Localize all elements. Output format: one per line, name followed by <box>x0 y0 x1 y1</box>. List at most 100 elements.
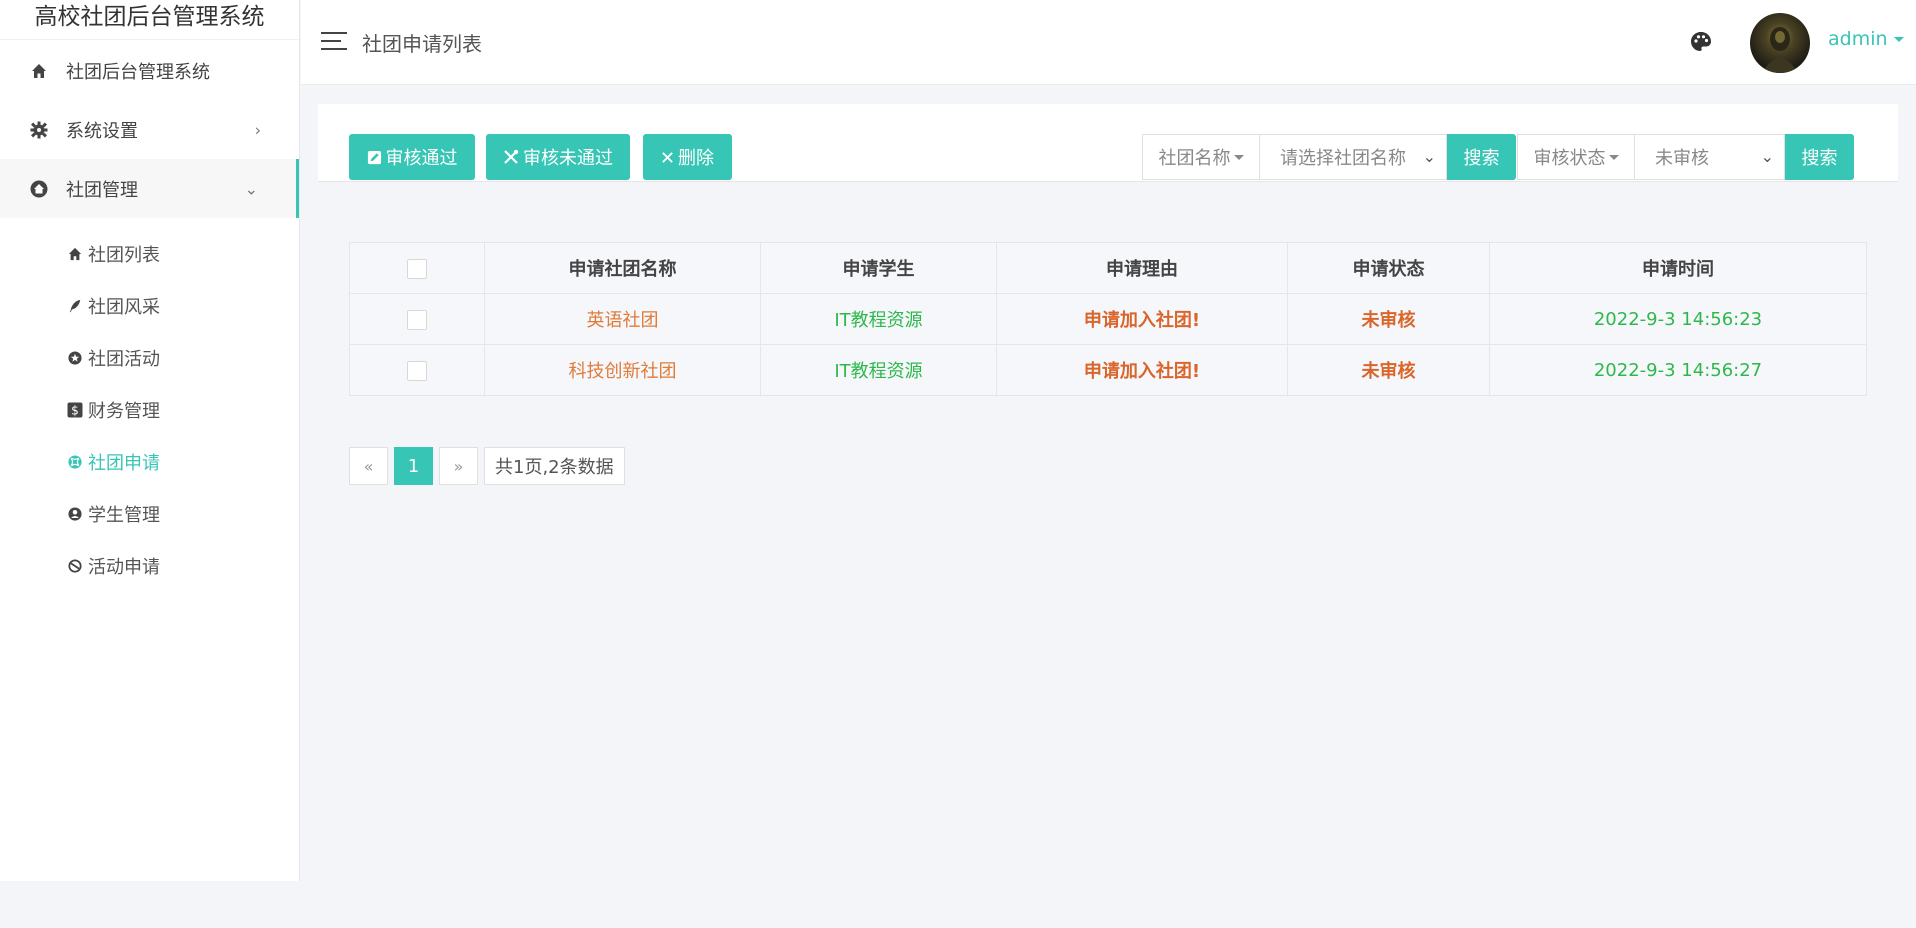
sidebar-item-activity-applications[interactable]: 活动申请 <box>0 540 299 592</box>
palette-icon[interactable] <box>1689 30 1713 54</box>
home-icon <box>28 60 50 82</box>
row-select-cell <box>349 293 485 345</box>
caret-down-icon <box>1893 37 1904 42</box>
delete-label: 删除 <box>678 148 714 169</box>
status-cell: 未审核 <box>1287 293 1490 345</box>
page-info: 共1页,2条数据 <box>484 447 625 485</box>
brand-title: 高校社团后台管理系统 <box>0 0 299 40</box>
sidebar-item-label: 社团申请 <box>88 453 160 474</box>
user-circle-icon <box>66 505 84 523</box>
submenu: 社团列表 社团风采 社团活动 $ 财务管理 社团申请 学生管理 活动申请 <box>0 218 299 592</box>
caret-down-icon <box>1233 154 1244 160</box>
club-name-select[interactable]: 请选择社团名称 ⌄ <box>1259 134 1447 180</box>
reject-button[interactable]: 审核未通过 <box>486 134 630 180</box>
review-status-filter-label: 审核状态 <box>1533 148 1606 169</box>
menu-item-dashboard[interactable]: 社团后台管理系统 <box>0 41 299 100</box>
table-header-row: 申请社团名称 申请学生 申请理由 申请状态 申请时间 <box>349 242 1867 294</box>
sidebar-item-label: 学生管理 <box>88 505 160 526</box>
top-header: 社团申请列表 admin <box>301 0 1916 85</box>
sidebar: 高校社团后台管理系统 社团后台管理系统 系统设置 › 社团管理 ⌄ 社团列表 社… <box>0 0 300 881</box>
dollar-icon: $ <box>66 401 84 419</box>
home-circle-icon <box>28 178 50 200</box>
time-cell: 2022-9-3 14:56:23 <box>1489 293 1867 345</box>
student-cell: IT教程资源 <box>760 344 997 396</box>
column-header: 申请社团名称 <box>484 242 761 294</box>
next-page-button[interactable]: » <box>439 447 478 485</box>
search-label: 搜索 <box>1801 148 1838 169</box>
xbox-icon <box>66 453 84 471</box>
review-status-select-value: 未审核 <box>1655 148 1709 169</box>
club-name-filter-dropdown[interactable]: 社团名称 <box>1142 134 1260 180</box>
sidebar-item-label: 社团列表 <box>88 245 160 266</box>
search-button-status[interactable]: 搜索 <box>1785 134 1854 180</box>
sidebar-item-label: 活动申请 <box>88 557 160 578</box>
close-icon <box>661 151 674 164</box>
column-header: 申请理由 <box>996 242 1288 294</box>
sidebar-item-label: 社团风采 <box>88 297 160 318</box>
chevron-down-icon: ⌄ <box>1760 147 1774 166</box>
review-status-select[interactable]: 未审核 ⌄ <box>1634 134 1785 180</box>
sidebar-item-students[interactable]: 学生管理 <box>0 488 299 540</box>
sidebar-item-finance[interactable]: $ 财务管理 <box>0 384 299 436</box>
review-status-filter-dropdown[interactable]: 审核状态 <box>1517 134 1635 180</box>
sidebar-item-label: 社团活动 <box>88 349 160 370</box>
reason-cell: 申请加入社团! <box>996 344 1288 396</box>
sidebar-item-club-list[interactable]: 社团列表 <box>0 228 299 280</box>
prev-page-button[interactable]: « <box>349 447 388 485</box>
gear-icon <box>28 119 50 141</box>
table-row: 科技创新社团 IT教程资源 申请加入社团! 未审核 2022-9-3 14:56… <box>349 344 1867 396</box>
sidebar-item-club-activities[interactable]: 社团活动 <box>0 332 299 384</box>
sidebar-item-club-applications[interactable]: 社团申请 <box>0 436 299 488</box>
page-1-button[interactable]: 1 <box>394 447 433 485</box>
menu-toggle-icon[interactable] <box>321 32 347 52</box>
sidebar-item-label: 财务管理 <box>88 401 160 422</box>
column-header: 申请学生 <box>760 242 997 294</box>
menu-item-label: 社团管理 <box>66 179 138 201</box>
status-cell: 未审核 <box>1287 344 1490 396</box>
chevron-down-icon: ⌄ <box>1422 147 1436 166</box>
reject-label: 审核未通过 <box>523 148 613 169</box>
select-all-cell <box>349 242 485 294</box>
search-label: 搜索 <box>1463 148 1500 169</box>
column-header: 申请状态 <box>1287 242 1490 294</box>
time-cell: 2022-9-3 14:56:27 <box>1489 344 1867 396</box>
caret-down-icon <box>1608 154 1619 160</box>
avatar[interactable] <box>1750 13 1810 73</box>
club-name-cell: 科技创新社团 <box>484 344 761 396</box>
approve-label: 审核通过 <box>385 148 458 169</box>
pagination: « 1 » 共1页,2条数据 <box>349 447 625 485</box>
user-name: admin <box>1828 28 1888 50</box>
reason-cell: 申请加入社团! <box>996 293 1288 345</box>
menu-item-label: 社团后台管理系统 <box>66 61 210 83</box>
student-cell: IT教程资源 <box>760 293 997 345</box>
edit-icon <box>367 150 382 165</box>
chevron-down-icon: ⌄ <box>244 179 258 198</box>
toolbar-panel: 审核通过 审核未通过 删除 社团名称 请选择社团名称 ⌄ 搜索 审核状态 未审核… <box>318 104 1898 182</box>
home-icon <box>66 245 84 263</box>
ban-circle-icon <box>66 557 84 575</box>
applications-table: 申请社团名称 申请学生 申请理由 申请状态 申请时间 英语社团 IT教程资源 申… <box>349 242 1867 396</box>
user-menu[interactable]: admin <box>1828 28 1904 50</box>
club-name-filter-label: 社团名称 <box>1158 148 1231 169</box>
tools-icon <box>503 149 519 165</box>
row-checkbox[interactable] <box>407 309 427 330</box>
star-circle-icon <box>66 349 84 367</box>
select-all-checkbox[interactable] <box>407 258 427 279</box>
sidebar-item-club-showcase[interactable]: 社团风采 <box>0 280 299 332</box>
chevron-right-icon: › <box>254 120 261 139</box>
club-name-cell: 英语社团 <box>484 293 761 345</box>
delete-button[interactable]: 删除 <box>643 134 732 180</box>
table-row: 英语社团 IT教程资源 申请加入社团! 未审核 2022-9-3 14:56:2… <box>349 293 1867 345</box>
club-name-select-value: 请选择社团名称 <box>1280 148 1406 169</box>
menu-item-system-settings[interactable]: 系统设置 › <box>0 100 299 159</box>
page-title: 社团申请列表 <box>362 32 482 56</box>
column-header: 申请时间 <box>1489 242 1867 294</box>
svg-text:$: $ <box>71 404 79 418</box>
row-select-cell <box>349 344 485 396</box>
search-button-club[interactable]: 搜索 <box>1447 134 1516 180</box>
menu-item-club-management[interactable]: 社团管理 ⌄ <box>0 159 299 218</box>
menu-item-label: 系统设置 <box>66 120 138 142</box>
row-checkbox[interactable] <box>407 360 427 381</box>
approve-button[interactable]: 审核通过 <box>349 134 475 180</box>
feather-icon <box>66 297 84 315</box>
